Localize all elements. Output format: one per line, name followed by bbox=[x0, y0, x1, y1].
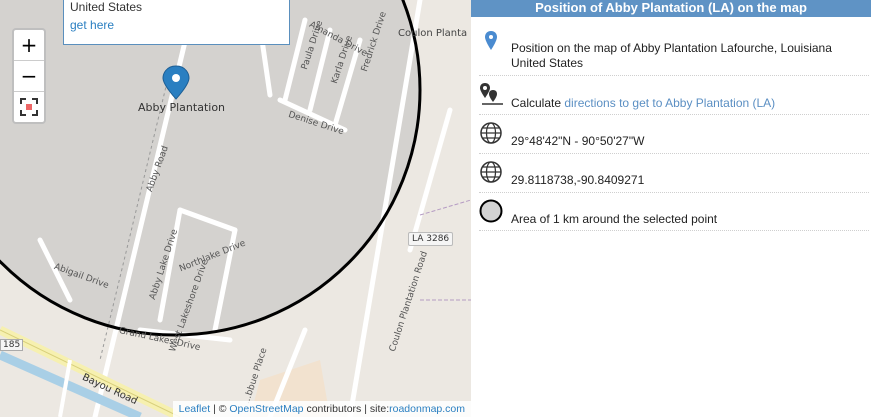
fullscreen-button[interactable] bbox=[14, 92, 44, 122]
directions-prefix: Calculate bbox=[511, 96, 562, 110]
fullscreen-icon bbox=[20, 98, 38, 116]
globe-icon bbox=[480, 161, 502, 183]
attribution-contrib: contributors | site: bbox=[306, 403, 390, 415]
panel-header: Position of Abby Plantation (LA) on the … bbox=[471, 0, 871, 17]
info-row-position: Position on the map of Abby Plantation L… bbox=[479, 28, 869, 76]
attribution-sep: | © bbox=[213, 403, 227, 415]
map-popup: United States get here bbox=[63, 0, 290, 45]
globe-icon bbox=[480, 122, 502, 144]
road-label-185: 185 bbox=[0, 339, 24, 351]
directions-link[interactable]: directions to get to Abby Plantation (LA… bbox=[564, 96, 775, 110]
site-link[interactable]: roadonmap.com bbox=[389, 403, 465, 415]
circle-icon bbox=[479, 199, 503, 223]
info-row-area: Area of 1 km around the selected point bbox=[479, 193, 869, 231]
map-pin-icon bbox=[485, 31, 497, 50]
decimal-coordinates: 29.8118738,-90.8409271 bbox=[511, 173, 645, 187]
map-tiles bbox=[0, 0, 471, 417]
map[interactable]: Abby Plantation Coulon Planta Amanda Dri… bbox=[0, 0, 471, 417]
zoom-control: + − bbox=[12, 28, 46, 124]
info-row-directions: Calculate directions to get to Abby Plan… bbox=[479, 76, 869, 115]
area-text: Area of 1 km around the selected point bbox=[511, 212, 718, 226]
zoom-in-button[interactable]: + bbox=[14, 30, 44, 61]
place-label: Abby Plantation bbox=[138, 101, 226, 114]
position-text: Position on the map of Abby Plantation L… bbox=[511, 41, 832, 70]
popup-get-here-link[interactable]: get here bbox=[70, 18, 283, 32]
osm-link[interactable]: OpenStreetMap bbox=[229, 403, 303, 415]
directions-icon bbox=[480, 83, 503, 105]
info-row-decimal: 29.8118738,-90.8409271 bbox=[479, 154, 869, 193]
map-attribution: Leaflet | © OpenStreetMap contributors |… bbox=[172, 401, 471, 417]
leaflet-link[interactable]: Leaflet bbox=[179, 403, 211, 415]
dms-coordinates: 29°48'42"N - 90°50'27"W bbox=[511, 134, 645, 148]
road-label-coulon-top: Coulon Planta bbox=[398, 28, 468, 39]
info-panel: Position on the map of Abby Plantation L… bbox=[479, 28, 869, 231]
zoom-out-button[interactable]: − bbox=[14, 61, 44, 92]
popup-country: United States bbox=[70, 0, 143, 14]
info-row-dms: 29°48'42"N - 90°50'27"W bbox=[479, 115, 869, 154]
road-label-la3286: LA 3286 bbox=[408, 232, 454, 246]
